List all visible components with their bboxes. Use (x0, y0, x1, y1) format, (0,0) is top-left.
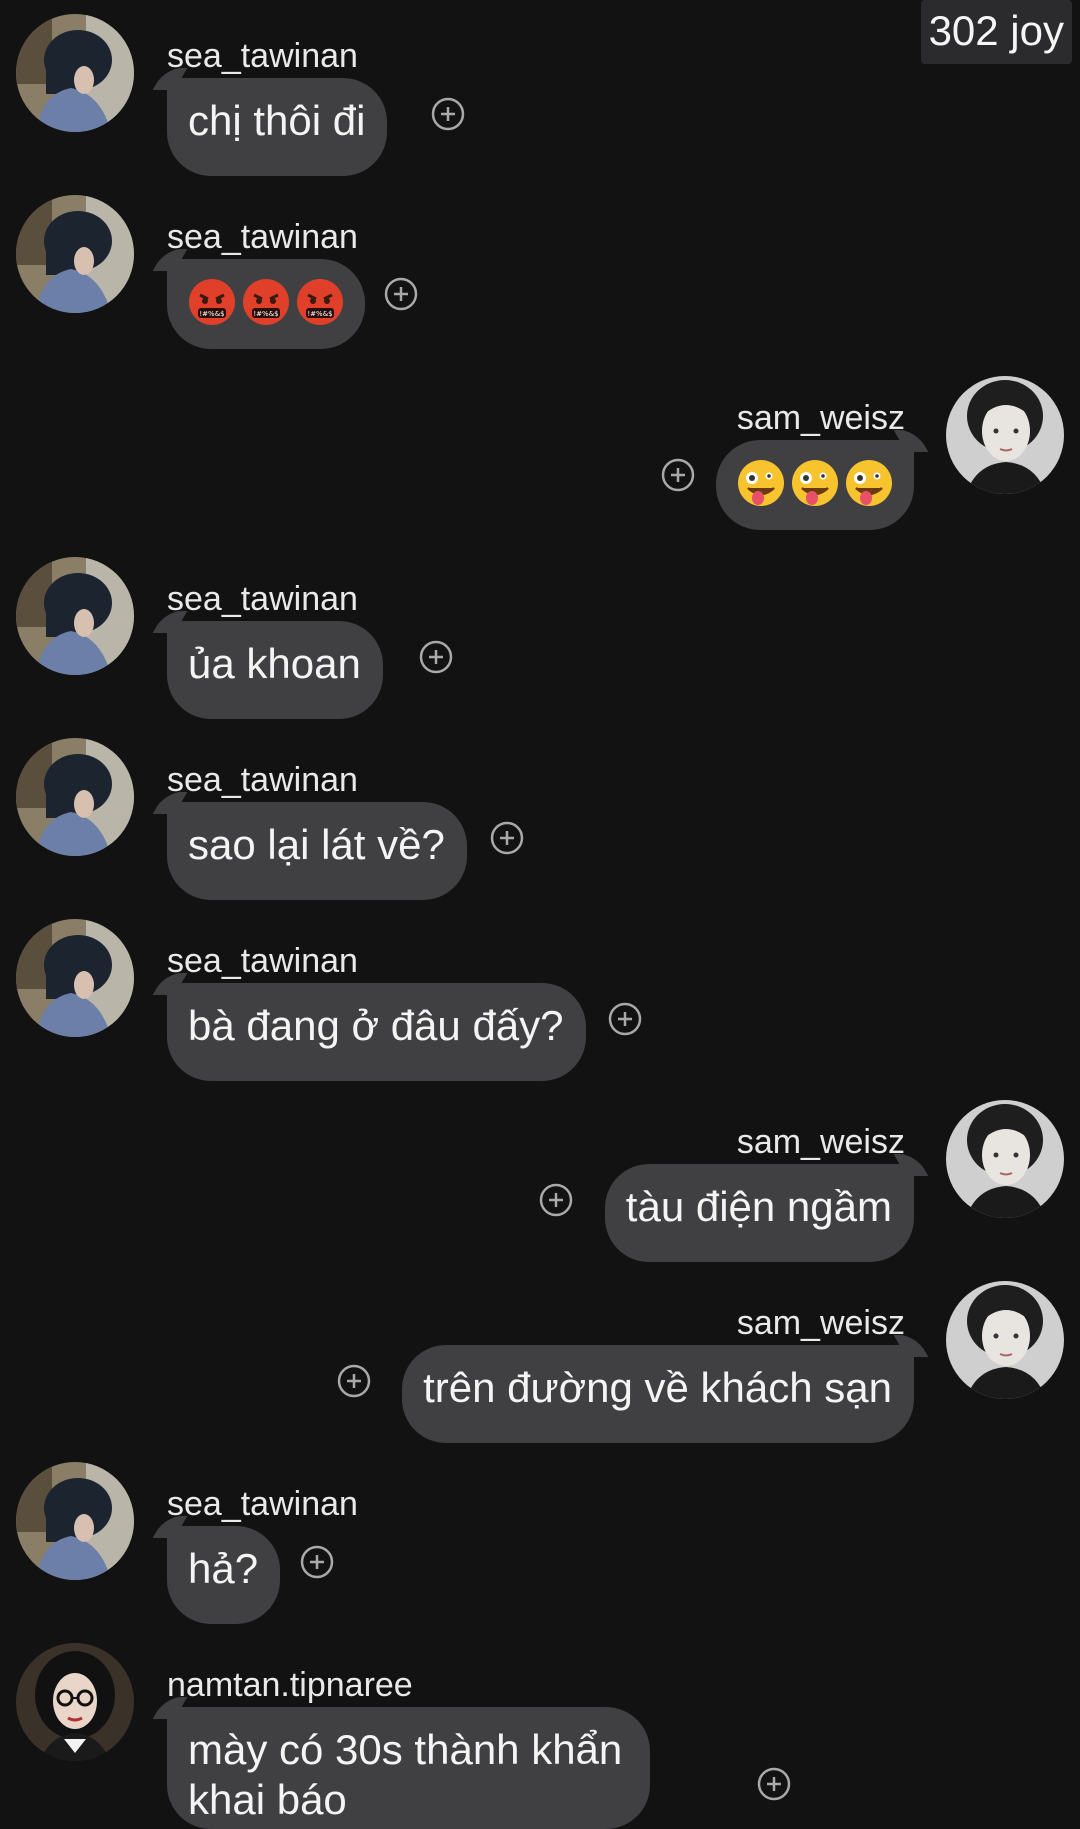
sea-avatar-image (16, 1462, 134, 1580)
message-bubble[interactable]: bà đang ở đâu đấy? (152, 973, 586, 1081)
sea-avatar-image (16, 195, 134, 313)
message-bubble[interactable]: hả? (152, 1516, 281, 1624)
message-text: bà đang ở đâu đấy? (188, 1002, 564, 1049)
avatar[interactable] (946, 1281, 1064, 1399)
message-bubble[interactable]: ủa khoan (152, 611, 383, 719)
message-text: chị thôi đi (188, 97, 366, 144)
username[interactable]: sea_tawinan (167, 760, 358, 800)
message-bubble[interactable]: trên đường về khách sạn (402, 1335, 929, 1443)
username[interactable]: sam_weisz (737, 398, 905, 438)
username[interactable]: sea_tawinan (167, 36, 358, 76)
add-reaction-icon[interactable] (419, 640, 453, 674)
message-text: ủa khoan (188, 640, 361, 687)
message-bubble[interactable]: tàu điện ngầm (604, 1154, 929, 1262)
avatar[interactable] (946, 1100, 1064, 1218)
cursing-face-emoji: !#%&$ (243, 279, 289, 325)
message-bubble[interactable]: chị thôi đi (152, 68, 388, 176)
message-bubble[interactable]: sao lại lát về? (152, 792, 467, 900)
username[interactable]: sea_tawinan (167, 217, 358, 257)
zany-face-emoji (792, 460, 838, 506)
sam-avatar-image (946, 1281, 1064, 1399)
add-reaction-icon[interactable] (337, 1364, 371, 1398)
add-reaction-icon[interactable] (539, 1183, 573, 1217)
message-text: hả? (188, 1545, 259, 1592)
zany-face-emoji (846, 460, 892, 506)
message-text: trên đường về khách sạn (423, 1364, 892, 1411)
message-bubble[interactable]: !#%&$ !#%&$ !#%&$ (152, 249, 365, 349)
avatar[interactable] (16, 1462, 134, 1580)
add-reaction-icon[interactable] (384, 277, 418, 311)
message-text: sao lại lát về? (188, 821, 445, 868)
sam-avatar-image (946, 1100, 1064, 1218)
message-text: tàu điện ngầm (625, 1183, 892, 1230)
add-reaction-icon[interactable] (300, 1545, 334, 1579)
avatar[interactable] (16, 557, 134, 675)
svg-text:!#%&$: !#%&$ (307, 310, 332, 318)
cursing-face-emoji: !#%&$ (189, 279, 235, 325)
avatar[interactable] (16, 195, 134, 313)
sea-avatar-image (16, 14, 134, 132)
avatar[interactable] (16, 1643, 134, 1761)
avatar[interactable] (946, 376, 1064, 494)
avatar[interactable] (16, 919, 134, 1037)
message-bubble[interactable] (716, 430, 929, 530)
zany-face-emoji (738, 460, 784, 506)
username[interactable]: namtan.tipnaree (167, 1665, 413, 1705)
sam-avatar-image (946, 376, 1064, 494)
overlay-badge: 302 joy (920, 0, 1072, 64)
username[interactable]: sam_weisz (737, 1303, 905, 1343)
svg-text:!#%&$: !#%&$ (253, 310, 278, 318)
sea-avatar-image (16, 738, 134, 856)
svg-text:!#%&$: !#%&$ (199, 310, 224, 318)
username[interactable]: sam_weisz (737, 1122, 905, 1162)
sea-avatar-image (16, 919, 134, 1037)
add-reaction-icon[interactable] (490, 821, 524, 855)
message-bubble[interactable]: mày có 30s thành khẩn khai báo (152, 1697, 650, 1829)
chat-thread: sea_tawinan chị thôi đi sea_tawinan !#%&… (0, 0, 1080, 1829)
add-reaction-icon[interactable] (608, 1002, 642, 1036)
add-reaction-icon[interactable] (661, 458, 695, 492)
avatar[interactable] (16, 738, 134, 856)
username[interactable]: sea_tawinan (167, 1484, 358, 1524)
add-reaction-icon[interactable] (431, 97, 465, 131)
cursing-face-emoji: !#%&$ (297, 279, 343, 325)
avatar[interactable] (16, 14, 134, 132)
message-text: mày có 30s thành khẩn khai báo (188, 1726, 623, 1823)
add-reaction-icon[interactable] (757, 1767, 791, 1801)
username[interactable]: sea_tawinan (167, 941, 358, 981)
sea-avatar-image (16, 557, 134, 675)
username[interactable]: sea_tawinan (167, 579, 358, 619)
namtan-avatar-image (16, 1643, 134, 1761)
